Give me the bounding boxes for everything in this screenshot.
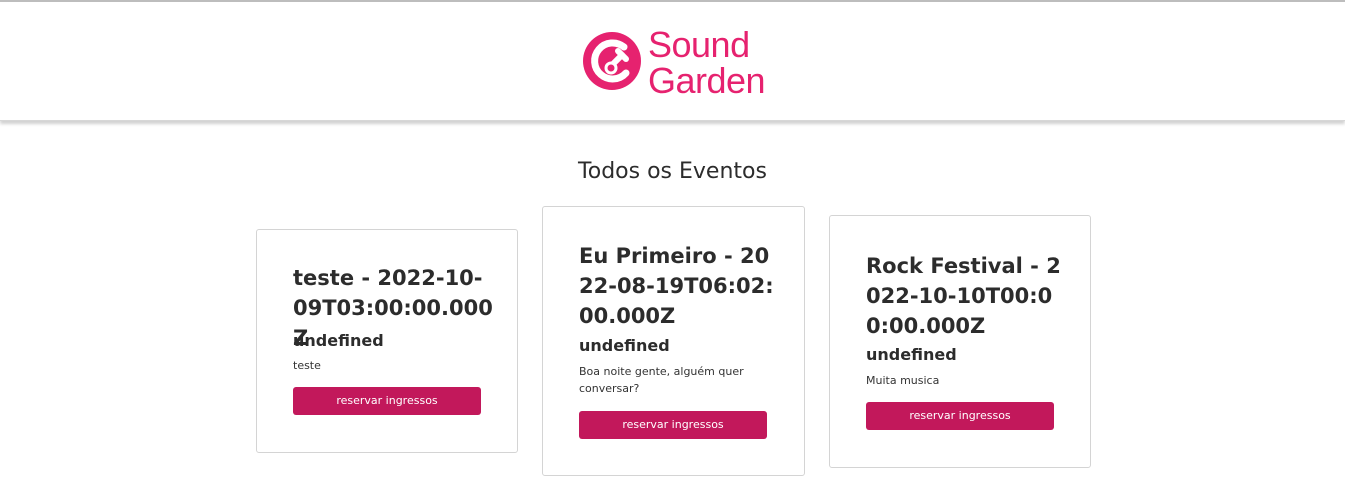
event-subtitle: undefined [866,345,957,364]
reserve-tickets-button[interactable]: reservar ingressos [866,402,1054,430]
home-logo-link[interactable]: Sound Garden [582,26,772,100]
event-subtitle: undefined [293,331,384,350]
event-description: Boa noite gente, alguém quer conversar? [579,365,744,395]
event-title: Rock Festival - 2022-10-10T00:00:00.000Z [866,254,1061,338]
event-card: Eu Primeiro - 2022-08-19T06:02:00.000Z u… [542,206,805,476]
event-card: teste - 2022-10-09T03:00:00.000Z undefin… [256,229,518,453]
event-subtitle: undefined [579,336,670,355]
event-title: Eu Primeiro - 2022-08-19T06:02:00.000Z [579,244,774,328]
event-description: Muita musica [866,374,940,387]
reserve-tickets-button[interactable]: reservar ingressos [579,411,767,439]
site-header: Sound Garden [0,2,1345,121]
sound-garden-logo-icon [583,32,641,90]
logo-text-garden: Garden [648,60,766,101]
reserve-tickets-button[interactable]: reservar ingressos [293,387,481,415]
event-description: teste [293,359,321,372]
page-title: Todos os Eventos [578,159,767,184]
logo-text-sound: Sound [648,24,750,65]
event-card: Rock Festival - 2022-10-10T00:00:00.000Z… [829,215,1091,468]
